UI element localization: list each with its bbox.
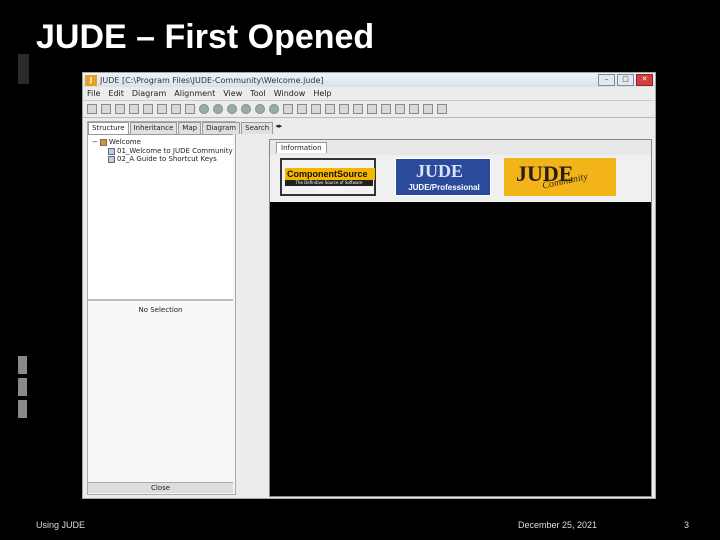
window-title: JUDE [C:\Program Files\JUDE-Community\We… [100,75,324,85]
jude-logo: JUDE [416,161,464,181]
minimize-button[interactable]: – [598,74,615,86]
tab-structure[interactable]: Structure [88,122,129,134]
tree-root[interactable]: − Welcome [92,138,141,146]
copy-icon[interactable] [157,104,167,114]
footer-left: Using JUDE [36,520,86,530]
menu-view[interactable]: View [223,89,242,98]
color-icon[interactable] [353,104,363,114]
delete-icon[interactable] [185,104,195,114]
jude-community-banner[interactable]: JUDE Community [504,158,616,196]
jude-professional-banner[interactable]: JUDE JUDE/Professional [395,158,491,196]
tree-item[interactable]: 02_A Guide to Shortcut Keys [108,155,217,163]
cut-icon[interactable] [143,104,153,114]
tree-item-label: 02_A Guide to Shortcut Keys [117,155,217,163]
componentsource-banner[interactable]: ComponentSource The Definitive Source of… [280,158,376,196]
tab-map[interactable]: Map [178,122,202,134]
align-icon[interactable] [325,104,335,114]
jude-window: J JUDE [C:\Program Files\JUDE-Community\… [82,72,656,499]
close-button[interactable]: Close [88,482,233,493]
folder-icon [99,138,107,146]
expand-icon[interactable]: − [92,138,98,146]
connector-icon[interactable] [395,104,405,114]
tab-search[interactable]: Search [241,122,274,134]
structure-tree: − Welcome 01_Welcome to JUDE Community 0… [88,134,233,299]
tab-inheritance[interactable]: Inheritance [129,122,178,134]
menu-diagram[interactable]: Diagram [132,89,166,98]
deco-bar-3 [18,400,27,418]
network-icon[interactable] [437,104,447,114]
tree-root-label: Welcome [108,138,141,146]
forward-icon[interactable] [297,104,307,114]
tab-diagram[interactable]: Diagram [202,122,241,134]
information-tab-strip: Information [270,140,651,155]
back-icon[interactable] [283,104,293,114]
zoom-out-icon[interactable] [241,104,251,114]
tree-item-label: 01_Welcome to JUDE Community [117,147,233,155]
footer-date: December 25, 2021 [518,520,598,530]
zoom-in-icon[interactable] [227,104,237,114]
save-icon[interactable] [115,104,125,114]
open-icon[interactable] [101,104,111,114]
information-panel: Information ComponentSource The Definiti… [269,139,652,497]
tree-item[interactable]: 01_Welcome to JUDE Community [108,147,233,155]
slide-title: JUDE – First Opened [36,18,375,56]
componentsource-tagline: The Definitive Source of Software Compon… [285,180,373,191]
menu-help[interactable]: Help [313,89,331,98]
tree-icon[interactable] [423,104,433,114]
toolbar [83,101,655,118]
deco-bar-1 [18,356,27,374]
left-panel: Structure Inheritance Map Diagram Search… [87,121,282,495]
undo-icon[interactable] [199,104,209,114]
layout-icon[interactable] [409,104,419,114]
tab-information[interactable]: Information [276,142,327,153]
tab-scroll-icon[interactable]: ◂▸ [275,122,282,134]
jude-app-icon: J [85,74,97,86]
deco-bar-2 [18,378,27,396]
diagram-icon [108,147,115,155]
distribute-icon[interactable] [339,104,349,114]
left-tabs: Structure Inheritance Map Diagram Search… [88,122,282,134]
paste-icon[interactable] [171,104,181,114]
deco-bar-top [18,54,29,84]
componentsource-logo: ComponentSource [285,168,375,180]
print-icon[interactable] [129,104,139,114]
zoom-reset-icon[interactable] [269,104,279,114]
redo-icon[interactable] [213,104,223,114]
diagram-icon [108,155,115,163]
menu-alignment[interactable]: Alignment [174,89,215,98]
maximize-button[interactable]: □ [617,74,634,86]
new-project-icon[interactable] [87,104,97,114]
menu-window[interactable]: Window [274,89,306,98]
menu-edit[interactable]: Edit [108,89,124,98]
jude-professional-label: JUDE/Professional [408,183,480,192]
line-style-icon[interactable] [367,104,377,114]
window-titlebar[interactable]: J JUDE [C:\Program Files\JUDE-Community\… [83,73,655,87]
menu-tool[interactable]: Tool [250,89,266,98]
arrow-icon[interactable] [381,104,391,114]
page-number: 3 [684,520,690,530]
chart-icon[interactable] [311,104,321,114]
property-panel: No Selection [88,299,233,483]
menu-file[interactable]: File [87,89,100,98]
no-selection-label: No Selection [138,306,183,314]
zoom-fit-icon[interactable] [255,104,265,114]
close-window-button[interactable]: ✕ [636,74,653,86]
menu-bar: File Edit Diagram Alignment View Tool Wi… [83,87,655,101]
banner-strip: ComponentSource The Definitive Source of… [270,155,651,202]
